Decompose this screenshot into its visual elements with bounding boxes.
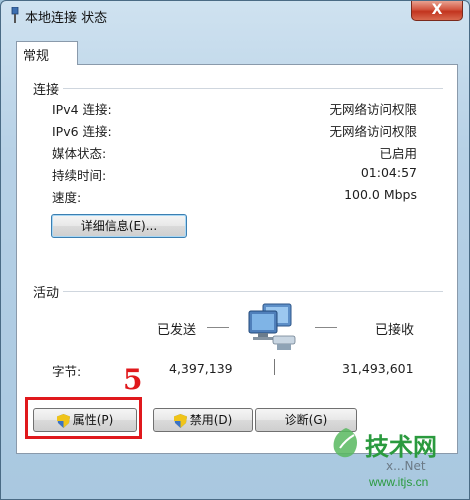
network-computers-icon bbox=[248, 303, 296, 350]
received-line bbox=[315, 327, 337, 328]
ipv4-value: 无网络访问权限 bbox=[329, 102, 417, 117]
connection-group-title: 连接 bbox=[33, 83, 60, 98]
diagnose-button-label: 诊断(G) bbox=[284, 413, 328, 427]
media-state-label: 媒体状态: bbox=[52, 146, 107, 161]
watermark-sub-text: x...Net bbox=[386, 459, 426, 473]
ipv4-label: IPv4 连接: bbox=[52, 102, 112, 117]
uac-shield-icon bbox=[173, 413, 187, 428]
icon-connector-line bbox=[274, 359, 275, 375]
tab-general-label: 常规 bbox=[23, 49, 50, 64]
received-label: 已接收 bbox=[375, 323, 415, 338]
activity-divider bbox=[63, 291, 443, 292]
speed-value: 100.0 Mbps bbox=[344, 187, 417, 202]
window-title: 本地连接 状态 bbox=[25, 11, 108, 26]
activity-group-title: 活动 bbox=[33, 286, 60, 301]
annotation-step-number: 5 bbox=[123, 363, 143, 396]
annotation-highlight-box bbox=[25, 397, 142, 439]
sent-label: 已发送 bbox=[157, 323, 197, 338]
watermark-url: www.itjs.cn bbox=[369, 475, 429, 489]
media-state-value: 已启用 bbox=[379, 146, 417, 161]
sent-line bbox=[207, 327, 229, 328]
disable-button-label: 禁用(D) bbox=[189, 413, 233, 427]
bytes-sent-value: 4,397,139 bbox=[169, 361, 233, 376]
general-panel: 连接 IPv4 连接: 无网络访问权限 IPv6 连接: 无网络访问权限 媒体状… bbox=[16, 64, 458, 454]
connection-divider bbox=[63, 88, 443, 89]
status-window: 本地连接 状态 X 常规 连接 IPv4 连接: 无网络访问权限 IPv6 连接… bbox=[0, 0, 470, 500]
duration-label: 持续时间: bbox=[52, 168, 107, 183]
ipv6-value: 无网络访问权限 bbox=[329, 124, 417, 139]
ipv6-label: IPv6 连接: bbox=[52, 124, 112, 139]
bytes-received-value: 31,493,601 bbox=[342, 361, 414, 376]
speed-label: 速度: bbox=[52, 190, 82, 205]
tab-general[interactable]: 常规 bbox=[16, 41, 78, 65]
duration-value: 01:04:57 bbox=[360, 165, 417, 180]
disable-button[interactable]: 禁用(D) bbox=[153, 408, 253, 432]
network-plug-icon bbox=[11, 7, 19, 23]
bytes-label: 字节: bbox=[52, 364, 82, 379]
close-icon: X bbox=[431, 2, 443, 18]
details-button[interactable]: 详细信息(E)... bbox=[51, 214, 187, 238]
title-bar[interactable]: 本地连接 状态 X bbox=[1, 1, 469, 31]
watermark-logo-text: 技术网 bbox=[365, 433, 437, 461]
watermark-leaf-icon bbox=[333, 428, 358, 458]
details-button-label: 详细信息(E)... bbox=[80, 219, 158, 233]
close-button[interactable]: X bbox=[411, 1, 463, 21]
